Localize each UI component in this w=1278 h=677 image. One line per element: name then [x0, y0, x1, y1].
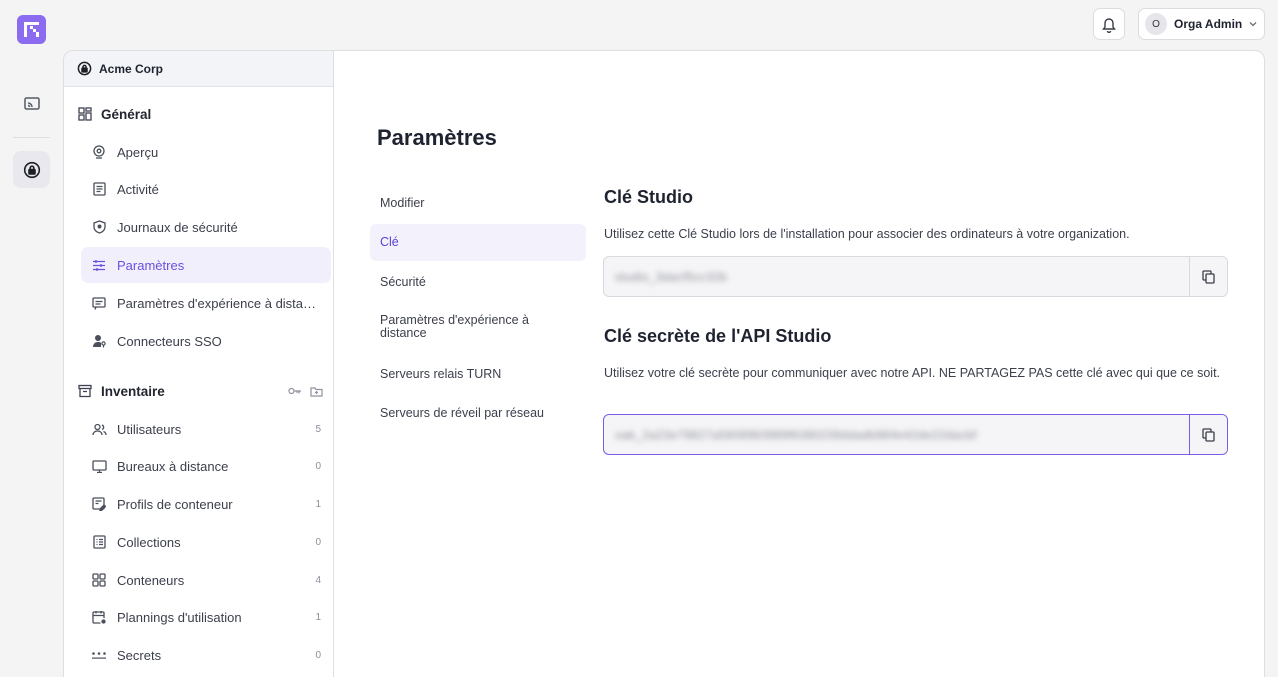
org-header[interactable]: Acme Corp — [64, 51, 333, 87]
users-icon — [91, 423, 107, 436]
sidebar-item-label: Secrets — [117, 647, 162, 663]
main-card: Acme Corp Général Aperçu Activité Journa… — [63, 50, 1265, 677]
copy-api-key-button[interactable] — [1189, 415, 1227, 454]
subnav-wol[interactable]: Serveurs de réveil par réseau — [370, 395, 586, 431]
sidebar-item-secrets[interactable]: Secrets 0 — [81, 637, 331, 673]
lock-badge-icon — [77, 61, 92, 76]
monitor-icon — [91, 459, 107, 473]
dashboard-icon — [78, 107, 92, 121]
section-inventory: Inventaire — [78, 380, 323, 402]
copy-icon — [1202, 269, 1215, 284]
list-icon — [91, 535, 107, 549]
left-rail — [0, 0, 63, 677]
item-count: 0 — [315, 460, 321, 472]
logo-icon — [24, 22, 39, 37]
copy-icon — [1202, 427, 1215, 442]
app-logo[interactable] — [17, 15, 46, 44]
api-key-title: Clé secrète de l'API Studio — [604, 326, 832, 346]
sidebar-item-label: Collections — [117, 534, 181, 550]
user-key-icon — [91, 334, 107, 348]
sidebar-item-journaux[interactable]: Journaux de sécurité — [81, 209, 331, 245]
sidebar-item-apercu[interactable]: Aperçu — [81, 134, 331, 170]
studio-key-title: Clé Studio — [604, 187, 693, 207]
org-name: Acme Corp — [99, 61, 164, 76]
avatar: O — [1145, 13, 1167, 35]
sidebar: Acme Corp Général Aperçu Activité Journa… — [64, 51, 334, 677]
key-icon[interactable] — [288, 386, 302, 396]
calendar-clock-icon — [91, 610, 107, 625]
document-icon — [91, 182, 107, 196]
sidebar-item-sso[interactable]: Connecteurs SSO — [81, 323, 331, 359]
sidebar-item-utilisateurs[interactable]: Utilisateurs 5 — [81, 411, 331, 447]
sidebar-item-collections[interactable]: Collections 0 — [81, 524, 331, 560]
subnav-experience[interactable]: Paramètres d'expérience à distance — [370, 306, 586, 348]
sidebar-item-label: Conteneurs — [117, 572, 185, 588]
organization-button[interactable] — [13, 151, 50, 188]
profile-edit-icon — [91, 497, 107, 511]
archive-icon — [78, 384, 92, 398]
sidebar-item-bureaux[interactable]: Bureaux à distance 0 — [81, 448, 331, 484]
section-inventory-label: Inventaire — [101, 383, 165, 399]
message-square-icon — [91, 296, 107, 310]
api-key-field: oak_2a23e79827a5808983989f6380239ddadb98… — [603, 414, 1228, 455]
section-general: Général — [78, 103, 323, 125]
sidebar-item-label: Bureaux à distance — [117, 458, 229, 474]
bell-icon — [1102, 17, 1116, 33]
user-menu[interactable]: O Orga Admin — [1138, 8, 1265, 40]
subnav-securite[interactable]: Sécurité — [370, 264, 586, 300]
item-count: 0 — [315, 649, 321, 661]
sidebar-item-label: Paramètres — [117, 257, 185, 273]
copy-studio-key-button[interactable] — [1189, 257, 1227, 296]
item-count: 0 — [315, 536, 321, 548]
sidebar-item-label: Connecteurs SSO — [117, 333, 222, 349]
sidebar-item-conteneurs[interactable]: Conteneurs 4 — [81, 562, 331, 598]
sidebar-item-profils[interactable]: Profils de conteneur 1 — [81, 486, 331, 522]
sidebar-item-label: Paramètres d'expérience à distance — [117, 295, 322, 311]
item-count: 1 — [315, 498, 321, 510]
grid-icon — [91, 573, 107, 587]
section-inventory-tools — [288, 386, 323, 397]
lock-badge-icon — [23, 161, 40, 178]
folder-plus-icon[interactable] — [310, 386, 323, 397]
studio-key-field: studio_3dacf5cc32b — [603, 256, 1228, 297]
sidebar-item-label: Profils de conteneur — [117, 496, 233, 512]
sidebar-item-parametres[interactable]: Paramètres — [81, 247, 331, 283]
sidebar-item-label: Aperçu — [117, 144, 159, 160]
sliders-icon — [91, 259, 107, 272]
studio-key-description: Utilisez cette Clé Studio lors de l'inst… — [604, 227, 1130, 241]
sidebar-item-label: Utilisateurs — [117, 421, 182, 437]
sidebar-item-label: Activité — [117, 181, 159, 197]
dots-icon — [91, 650, 107, 660]
studio-key-value[interactable]: studio_3dacf5cc32b — [604, 257, 1189, 296]
chevron-down-icon — [1249, 22, 1257, 27]
cast-button[interactable] — [13, 85, 50, 122]
subnav-cle[interactable]: Clé — [370, 224, 586, 261]
subnav-turn[interactable]: Serveurs relais TURN — [370, 356, 586, 392]
shield-icon — [91, 220, 107, 234]
api-key-value[interactable]: oak_2a23e79827a5808983989f6380239ddadb98… — [604, 415, 1189, 454]
item-count: 4 — [315, 574, 321, 586]
item-count: 5 — [315, 423, 321, 435]
subnav-modifier[interactable]: Modifier — [370, 185, 586, 221]
sidebar-item-experience[interactable]: Paramètres d'expérience à distance — [81, 285, 331, 321]
notifications-button[interactable] — [1093, 8, 1125, 40]
sidebar-item-label: Journaux de sécurité — [117, 219, 238, 235]
sidebar-item-plannings[interactable]: Plannings d'utilisation 1 — [81, 599, 331, 635]
sidebar-item-activite[interactable]: Activité — [81, 171, 331, 207]
cast-icon — [23, 96, 40, 110]
user-name: Orga Admin — [1174, 17, 1243, 31]
item-count: 1 — [315, 611, 321, 623]
rail-divider — [13, 137, 50, 138]
page-title: Paramètres — [377, 125, 497, 150]
webcam-icon — [91, 144, 107, 160]
sidebar-item-label: Plannings d'utilisation — [117, 609, 242, 625]
section-general-label: Général — [101, 106, 152, 122]
api-key-description: Utilisez votre clé secrète pour communiq… — [604, 366, 1221, 380]
